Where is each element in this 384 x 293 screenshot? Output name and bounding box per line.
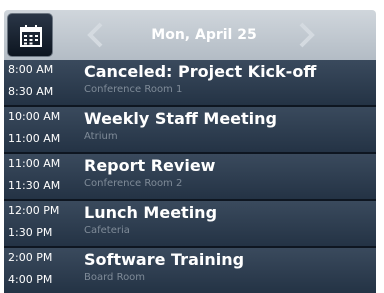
event-end-time: 8:30 AM — [8, 85, 54, 98]
event-start-time: 2:00 PM — [8, 251, 53, 264]
event-title: Software Training — [84, 250, 245, 269]
event-location: Board Room — [84, 272, 146, 283]
event-start-time: 10:00 AM — [8, 110, 61, 123]
event-end-time: 11:00 AM — [8, 132, 61, 145]
event-list: 8:00 AM 8:30 AM Canceled: Project Kick-o… — [4, 60, 376, 293]
chevron-right-icon[interactable] — [296, 22, 318, 48]
date-header: Mon, April 25 — [4, 10, 376, 60]
event-title: Canceled: Project Kick-off — [84, 62, 317, 81]
event-row[interactable]: 10:00 AM 11:00 AM Weekly Staff Meeting A… — [4, 107, 376, 152]
event-title: Report Review — [84, 156, 216, 175]
event-start-time: 8:00 AM — [8, 63, 54, 76]
event-end-time: 4:00 PM — [8, 273, 53, 286]
event-start-time: 11:00 AM — [8, 157, 61, 170]
event-row[interactable]: 11:00 AM 11:30 AM Report Review Conferen… — [4, 154, 376, 199]
date-title: Mon, April 25 — [151, 27, 257, 43]
calendar-app: Mon, April 25 8:00 AM 8:30 AM Canceled: … — [0, 0, 384, 293]
event-row[interactable]: 8:00 AM 8:30 AM Canceled: Project Kick-o… — [4, 60, 376, 105]
chevron-left-icon[interactable] — [84, 22, 106, 48]
event-title: Weekly Staff Meeting — [84, 109, 278, 128]
calendar-button[interactable] — [7, 13, 53, 57]
event-start-time: 12:00 PM — [8, 204, 60, 217]
event-location: Conference Room 1 — [84, 84, 183, 95]
event-end-time: 11:30 AM — [8, 179, 61, 192]
event-row[interactable]: 12:00 PM 1:30 PM Lunch Meeting Cafeteria — [4, 201, 376, 246]
event-location: Cafeteria — [84, 225, 130, 236]
calendar-icon — [20, 25, 42, 47]
event-location: Atrium — [84, 131, 118, 142]
event-row[interactable]: 2:00 PM 4:00 PM Software Training Board … — [4, 248, 376, 293]
event-end-time: 1:30 PM — [8, 226, 53, 239]
event-location: Conference Room 2 — [84, 178, 183, 189]
event-title: Lunch Meeting — [84, 203, 218, 222]
